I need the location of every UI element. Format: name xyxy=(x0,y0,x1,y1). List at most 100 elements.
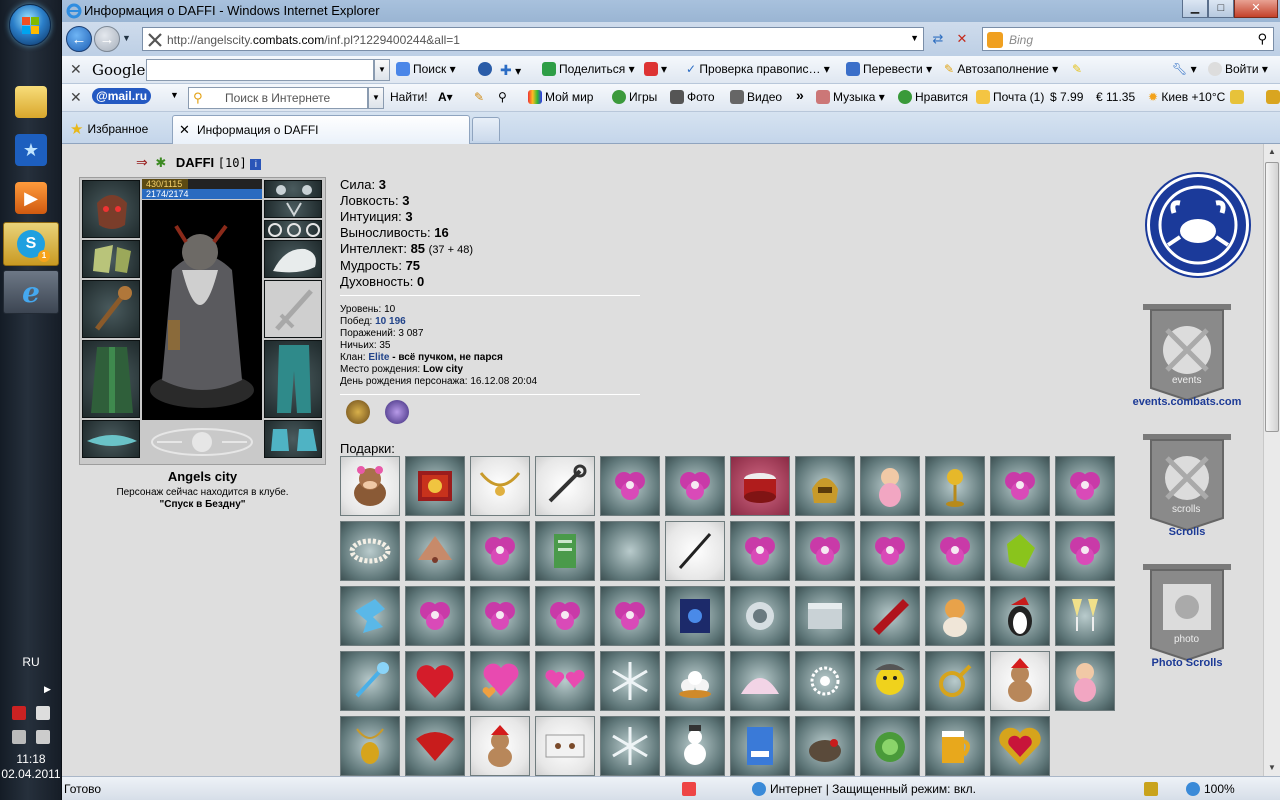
music-button[interactable]: Музыка ▾ xyxy=(816,90,885,104)
gift-item[interactable] xyxy=(600,716,660,776)
gift-item[interactable] xyxy=(470,586,530,646)
arrow-right-icon[interactable]: ⇒ xyxy=(136,154,148,170)
amulet-slot[interactable] xyxy=(264,200,322,218)
add-button[interactable]: ✚ ▾ xyxy=(500,62,521,79)
removable-device-icon[interactable] xyxy=(36,706,50,720)
gift-item[interactable] xyxy=(665,521,725,581)
start-button[interactable] xyxy=(9,4,51,46)
google-search-dropdown[interactable]: ▼ xyxy=(374,59,390,81)
gift-item[interactable] xyxy=(340,651,400,711)
gift-item[interactable] xyxy=(600,456,660,516)
info-icon[interactable]: i xyxy=(250,159,262,170)
search-box[interactable]: Bing ⚲ xyxy=(982,27,1274,51)
gift-item[interactable] xyxy=(860,456,920,516)
mailru-search-button[interactable]: Найти! xyxy=(390,90,428,104)
like-button[interactable]: Нравится xyxy=(898,90,968,104)
earrings-slot[interactable] xyxy=(264,180,322,198)
taskbar-media-button[interactable]: ▶ xyxy=(3,176,59,220)
gift-item[interactable] xyxy=(340,521,400,581)
action-center-icon[interactable] xyxy=(12,730,26,744)
usd-rate[interactable]: $ 7.99 xyxy=(1050,90,1083,104)
taskbar-explorer-button[interactable] xyxy=(3,80,59,124)
eur-rate[interactable]: € 11.35 xyxy=(1096,90,1135,104)
toolbar-grid-button[interactable] xyxy=(1230,90,1247,104)
gift-item[interactable] xyxy=(535,586,595,646)
gift-item[interactable] xyxy=(990,651,1050,711)
favorites-button[interactable]: ★ Избранное xyxy=(70,120,148,138)
gift-item[interactable] xyxy=(535,456,595,516)
gift-item[interactable] xyxy=(535,716,595,776)
gift-item[interactable] xyxy=(795,456,855,516)
google-search-button[interactable]: Поиск ▾ xyxy=(396,62,456,76)
popup-blocked-icon[interactable] xyxy=(682,782,696,796)
gift-item[interactable] xyxy=(795,716,855,776)
gift-item[interactable] xyxy=(990,586,1050,646)
pen-button[interactable]: ✎ xyxy=(474,90,484,104)
gift-item[interactable] xyxy=(990,456,1050,516)
rank-badge-icon[interactable] xyxy=(385,400,410,424)
gift-item[interactable] xyxy=(665,456,725,516)
toolbar-overflow-button[interactable] xyxy=(1266,90,1280,104)
gift-item[interactable] xyxy=(925,521,985,581)
gift-item[interactable] xyxy=(860,586,920,646)
armor-slot[interactable] xyxy=(82,340,140,418)
gift-item[interactable] xyxy=(1055,456,1115,516)
gift-item[interactable] xyxy=(795,521,855,581)
scroll-thumb[interactable] xyxy=(1265,162,1279,432)
gift-item[interactable] xyxy=(925,651,985,711)
close-button[interactable]: ✕ xyxy=(1234,0,1278,18)
gift-item[interactable] xyxy=(860,521,920,581)
gift-item[interactable] xyxy=(925,716,985,776)
gift-item[interactable] xyxy=(665,586,725,646)
clock-time[interactable]: 11:18 xyxy=(0,752,62,766)
scrolls-link[interactable]: Scrolls xyxy=(1112,526,1262,538)
translate-page-button[interactable]: ▾ xyxy=(644,62,667,76)
mailru-search-input[interactable]: ⚲ Поиск в Интернете xyxy=(188,87,368,109)
gift-item[interactable] xyxy=(730,716,790,776)
address-url[interactable]: http://angelscity.combats.com/inf.pl?122… xyxy=(167,33,460,47)
security-zone[interactable]: Интернет | Защищенный режим: вкл. xyxy=(770,782,976,796)
gift-item[interactable] xyxy=(990,716,1050,776)
gift-item[interactable] xyxy=(405,521,465,581)
share-button[interactable]: Поделиться ▾ xyxy=(542,62,635,76)
gift-item[interactable] xyxy=(340,456,400,516)
gift-item[interactable] xyxy=(535,521,595,581)
gift-item[interactable] xyxy=(665,651,725,711)
mailru-search-placeholder[interactable]: Поиск в Интернете xyxy=(225,91,330,105)
gift-item[interactable] xyxy=(925,586,985,646)
back-button[interactable]: ← xyxy=(66,26,92,52)
gift-item[interactable] xyxy=(925,456,985,516)
scrolls-banner-icon[interactable] xyxy=(1137,432,1237,532)
photo-scrolls-link[interactable]: Photo Scrolls xyxy=(1112,657,1262,669)
photo-scrolls-banner-icon[interactable] xyxy=(1137,562,1237,662)
gift-item[interactable] xyxy=(1055,521,1115,581)
volume-icon[interactable] xyxy=(36,730,50,744)
leggings-slot[interactable] xyxy=(264,340,322,418)
protected-mode-icon[interactable] xyxy=(1144,782,1158,796)
clan-badge-icon[interactable] xyxy=(346,400,370,424)
gift-item[interactable] xyxy=(470,651,530,711)
forward-button[interactable]: → xyxy=(94,26,120,52)
more-chevron[interactable]: » xyxy=(796,87,804,103)
gift-item[interactable] xyxy=(665,716,725,776)
gift-item[interactable] xyxy=(340,586,400,646)
gift-item[interactable] xyxy=(405,716,465,776)
gloves-slot[interactable] xyxy=(264,240,322,278)
weather-button[interactable]: ✹ Киев +10°C xyxy=(1148,90,1225,104)
gift-item[interactable] xyxy=(860,651,920,711)
gift-item[interactable] xyxy=(730,586,790,646)
gift-item[interactable] xyxy=(795,651,855,711)
font-size-button[interactable]: A▾ xyxy=(438,90,453,104)
weapon-slot[interactable] xyxy=(82,280,140,338)
taskbar-skype-button[interactable]: S 1 xyxy=(3,222,59,266)
globe-button[interactable] xyxy=(478,62,495,76)
zoom-button[interactable]: ⚲ xyxy=(498,90,507,104)
taskbar-ie-button[interactable]: e xyxy=(3,270,59,314)
clock-date[interactable]: 02.04.2011 xyxy=(0,767,62,781)
helmet-slot[interactable] xyxy=(82,180,140,238)
maximize-button[interactable]: □ xyxy=(1208,0,1234,18)
translate-button[interactable]: Перевести ▾ xyxy=(846,62,932,76)
settings-button[interactable]: 🔧︎ ▾ xyxy=(1172,62,1197,76)
belt-slot[interactable] xyxy=(82,420,140,458)
mailru-search-dropdown[interactable]: ▼ xyxy=(368,87,384,109)
